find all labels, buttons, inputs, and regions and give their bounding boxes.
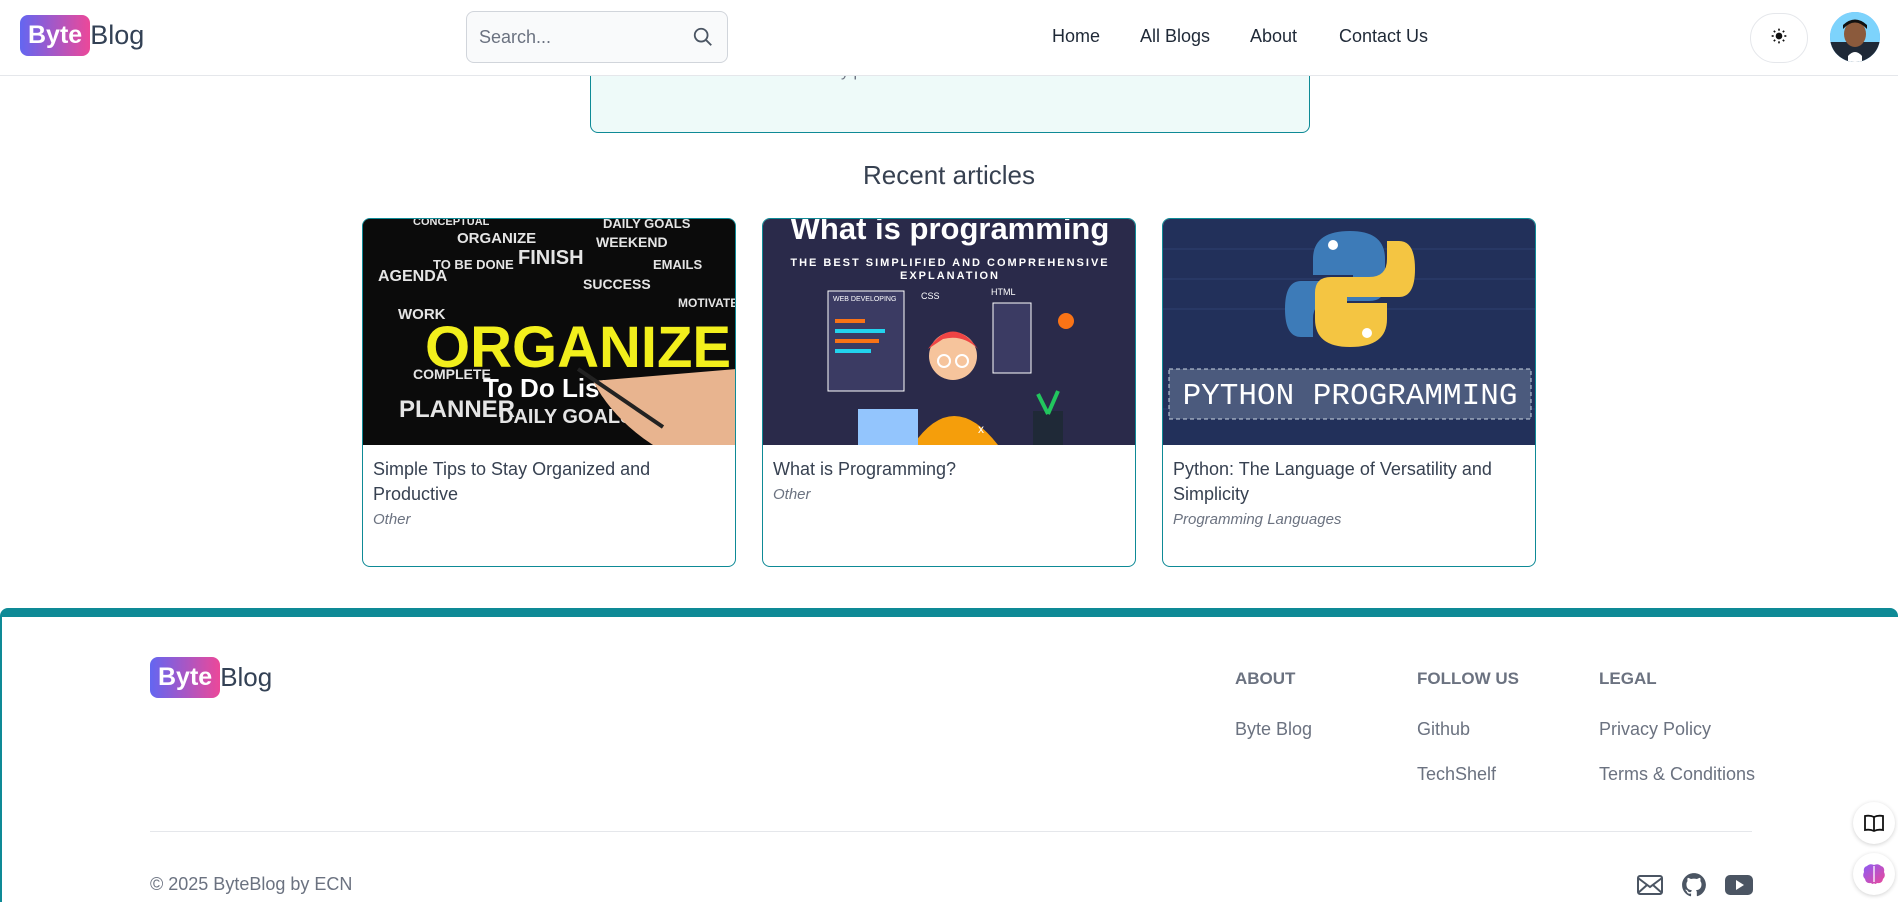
recent-articles-title: Recent articles <box>863 160 1035 190</box>
copyright-text: © 2025 ByteBlog by ECN <box>150 874 353 894</box>
nav-contact-us[interactable]: Contact Us <box>1339 26 1428 47</box>
svg-text:AGENDA: AGENDA <box>378 268 448 285</box>
svg-text:EMAILS: EMAILS <box>653 257 702 272</box>
user-avatar[interactable] <box>1830 12 1880 62</box>
footer-heading: FOLLOW US <box>1417 669 1519 688</box>
main-nav-all-blogs: All Blogs <box>1140 26 1210 47</box>
logo-blog-text: Blog <box>90 20 145 50</box>
organize-image: CONCEPTUAL ORGANIZE DAILY GOALS ORGANIZE… <box>363 219 735 445</box>
footer-column-legal: LEGAL Privacy Policy Terms & Conditions <box>1599 669 1755 785</box>
sun-icon <box>1771 28 1787 49</box>
main-nav-contact: Contact Us <box>1339 26 1428 47</box>
logo-blog-text: Blog <box>220 662 273 692</box>
footer-heading: LEGAL <box>1599 669 1657 688</box>
svg-text:PYTHON PROGRAMMING: PYTHON PROGRAMMING <box>1183 379 1518 414</box>
footer-link-privacy-policy[interactable]: Privacy Policy <box>1599 719 1755 740</box>
svg-text:MOTIVATE: MOTIVATE <box>678 296 735 310</box>
mail-icon[interactable] <box>1636 871 1664 899</box>
search-input[interactable] <box>479 26 691 48</box>
python-image: PYTHON PROGRAMMING <box>1163 219 1535 445</box>
nav-home[interactable]: Home <box>1052 26 1100 47</box>
nav-all-blogs[interactable]: All Blogs <box>1140 26 1210 47</box>
svg-text:EXPLANATION: EXPLANATION <box>900 270 1000 282</box>
footer-column-about: ABOUT Byte Blog <box>1235 669 1312 740</box>
logo-byte-text: Byte <box>20 15 91 56</box>
logo-byte-text: Byte <box>150 657 221 698</box>
site-header: ByteBlog Home All Blogs About Contact Us <box>0 0 1898 76</box>
article-title[interactable]: Python: The Language of Versatility and … <box>1163 445 1535 507</box>
footer-logo[interactable]: Byte Blog <box>150 657 272 698</box>
main-nav: Home <box>1052 26 1100 47</box>
article-category: Other <box>373 511 411 528</box>
article-title[interactable]: Simple Tips to Stay Organized and Produc… <box>363 445 735 507</box>
article-card[interactable]: CONCEPTUAL ORGANIZE DAILY GOALS ORGANIZE… <box>362 218 736 567</box>
article-title[interactable]: What is Programming? <box>763 445 1135 482</box>
main-nav-about: About <box>1250 26 1297 47</box>
brain-icon[interactable] <box>1853 853 1895 895</box>
site-footer: Byte Blog ABOUT Byte Blog FOLLOW US Githu… <box>0 608 1898 902</box>
footer-link-github[interactable]: Github <box>1417 719 1519 740</box>
footer-divider <box>150 831 1752 832</box>
nav-about[interactable]: About <box>1250 26 1297 47</box>
svg-text:What is programming: What is programming <box>791 219 1110 246</box>
footer-column-follow-us: FOLLOW US Github TechShelf <box>1417 669 1519 785</box>
svg-text:HTML: HTML <box>991 287 1016 297</box>
book-icon[interactable] <box>1853 802 1895 844</box>
programming-image: What is programming THE BEST SIMPLIFIED … <box>763 219 1135 445</box>
theme-toggle-button[interactable] <box>1750 13 1808 63</box>
svg-text:SUCCESS: SUCCESS <box>583 276 651 292</box>
search-box <box>466 11 728 63</box>
svg-text:WEEKEND: WEEKEND <box>596 234 668 250</box>
article-card[interactable]: PYTHON PROGRAMMING Python: The Language … <box>1162 218 1536 567</box>
article-category: Other <box>773 486 811 503</box>
svg-text:x: x <box>978 422 984 436</box>
svg-text:WEB DEVELOPING: WEB DEVELOPING <box>833 296 896 303</box>
site-logo[interactable]: Byte Blog <box>20 15 144 56</box>
article-category: Programming Languages <box>1173 511 1342 528</box>
footer-link-techshelf[interactable]: TechShelf <box>1417 764 1519 785</box>
github-icon[interactable] <box>1680 871 1708 899</box>
svg-text:CSS: CSS <box>921 291 940 301</box>
svg-text:CONCEPTUAL: CONCEPTUAL <box>413 219 490 228</box>
footer-link-byte-blog[interactable]: Byte Blog <box>1235 719 1312 740</box>
youtube-icon[interactable] <box>1725 871 1753 899</box>
svg-text:ORGANIZE: ORGANIZE <box>457 230 536 247</box>
footer-heading: ABOUT <box>1235 669 1296 688</box>
footer-link-terms[interactable]: Terms & Conditions <box>1599 764 1755 785</box>
search-icon[interactable] <box>691 25 715 49</box>
svg-text:THE BEST SIMPLIFIED AND COMPRE: THE BEST SIMPLIFIED AND COMPREHENSIVE <box>790 257 1109 269</box>
svg-text:FINISH: FINISH <box>518 247 584 269</box>
svg-text:DAILY GOALS: DAILY GOALS <box>603 219 691 231</box>
article-card[interactable]: What is programming THE BEST SIMPLIFIED … <box>762 218 1136 567</box>
